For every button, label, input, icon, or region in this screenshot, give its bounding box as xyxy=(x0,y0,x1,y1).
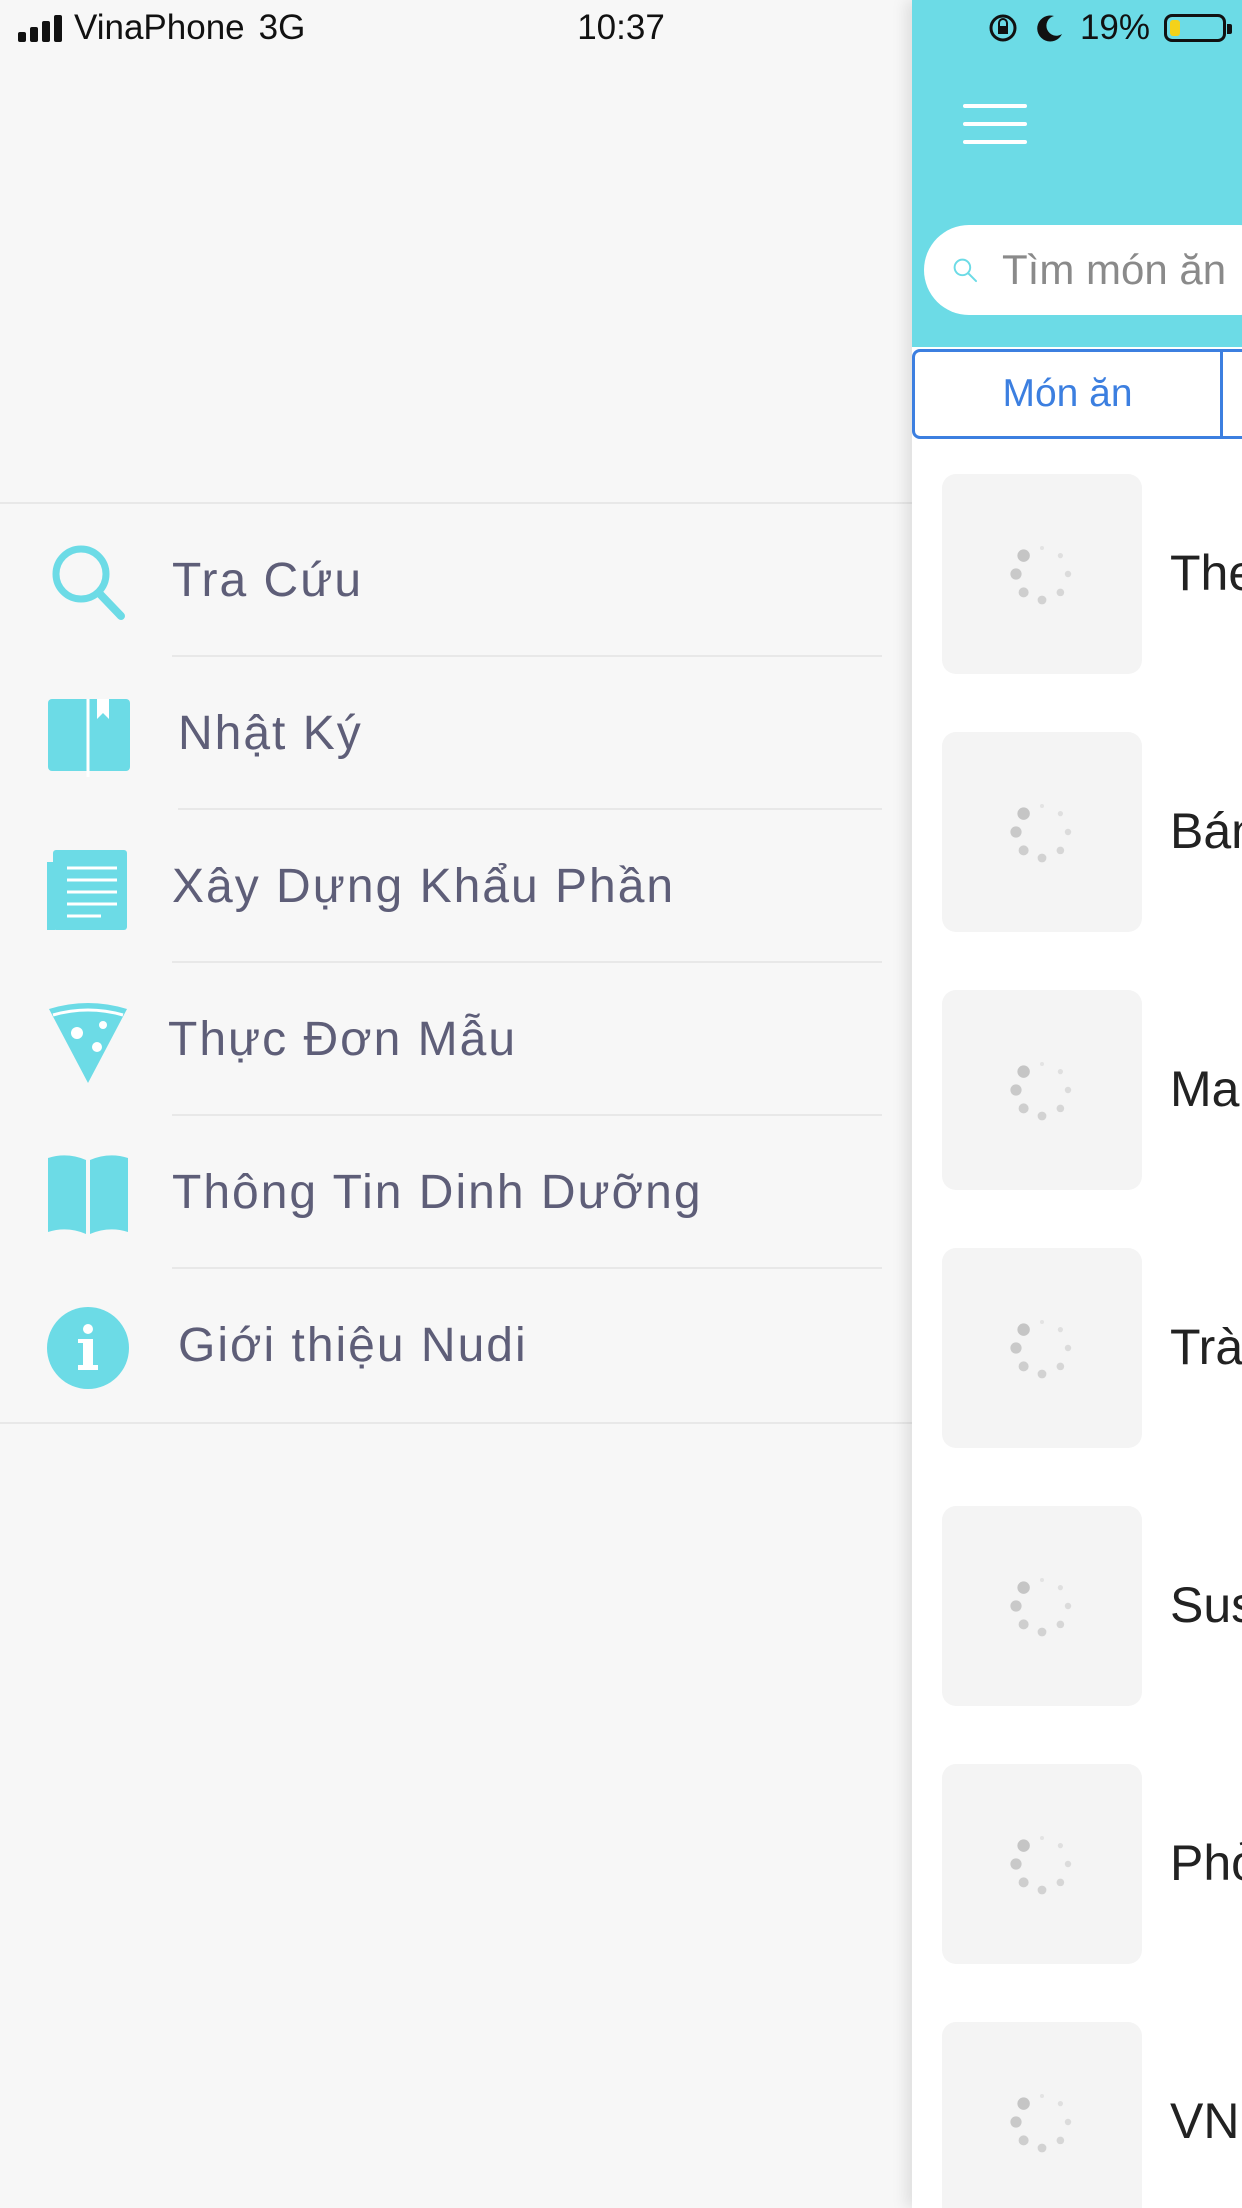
search-icon xyxy=(953,258,978,283)
main-panel[interactable]: Món ăn The Bán Mai Trà Sus Phở V xyxy=(912,0,1242,2208)
menu-item-tra-cuu[interactable]: Tra Cứu xyxy=(0,504,912,657)
diary-book-icon xyxy=(48,699,130,777)
loading-thumbnail xyxy=(942,1248,1142,1448)
list-item[interactable]: Trà xyxy=(942,1248,1242,1448)
food-name: Sus xyxy=(1170,1577,1242,1633)
menu-item-thuc-don-mau[interactable]: Thực Đơn Mẫu xyxy=(0,963,912,1116)
search-input[interactable] xyxy=(1000,245,1242,295)
list-item[interactable]: Mai xyxy=(942,990,1242,1190)
menu-item-label: Thực Đơn Mẫu xyxy=(168,1013,518,1066)
loading-spinner-icon xyxy=(1010,546,1072,605)
menu-item-label: Nhật Ký xyxy=(178,707,363,760)
status-bar-right: 19% xyxy=(986,8,1232,48)
menu-item-nhat-ky[interactable]: Nhật Ký xyxy=(0,657,912,810)
hamburger-icon[interactable] xyxy=(963,104,1027,144)
drawer-menu: Tra Cứu Nhật Ký Xây Dựng Khẩu Phần Thực … xyxy=(0,502,912,1424)
loading-spinner-icon xyxy=(1010,804,1072,863)
document-list-icon xyxy=(47,850,127,930)
list-item[interactable]: VN xyxy=(942,2022,1242,2208)
search-bar[interactable] xyxy=(924,225,1242,315)
menu-item-label: Tra Cứu xyxy=(172,554,364,607)
food-name: VN xyxy=(1170,2093,1240,2149)
pizza-slice-icon xyxy=(49,1003,127,1083)
loading-spinner-icon xyxy=(1010,1062,1072,1121)
open-book-icon xyxy=(48,1155,128,1234)
menu-item-label: Xây Dựng Khẩu Phần xyxy=(172,860,676,913)
menu-item-xay-dung-khau-phan[interactable]: Xây Dựng Khẩu Phần xyxy=(0,810,912,963)
side-drawer: Tra Cứu Nhật Ký Xây Dựng Khẩu Phần Thực … xyxy=(0,0,912,2208)
menu-item-thong-tin-dinh-duong[interactable]: Thông Tin Dinh Dưỡng xyxy=(0,1116,912,1269)
loading-thumbnail xyxy=(942,990,1142,1190)
list-item[interactable]: Sus xyxy=(942,1506,1242,1706)
moon-icon xyxy=(1037,15,1062,42)
search-icon xyxy=(52,545,125,620)
info-icon xyxy=(47,1307,129,1389)
food-name: Phở xyxy=(1170,1835,1242,1891)
loading-spinner-icon xyxy=(1010,1320,1072,1379)
menu-item-label: Giới thiệu Nudi xyxy=(178,1319,528,1372)
loading-thumbnail xyxy=(942,732,1142,932)
list-item[interactable]: Bán xyxy=(942,732,1242,932)
food-name: The xyxy=(1170,545,1242,601)
loading-thumbnail xyxy=(942,1506,1142,1706)
loading-thumbnail xyxy=(942,1764,1142,1964)
list-item[interactable]: Phở xyxy=(942,1764,1242,1964)
food-name: Trà xyxy=(1170,1319,1242,1375)
tab-bar: Món ăn xyxy=(912,347,1242,443)
tab-mon-an[interactable]: Món ăn xyxy=(912,349,1223,439)
battery-icon xyxy=(1164,14,1232,42)
food-name: Bán xyxy=(1170,803,1242,859)
status-bar: VinaPhone 3G 10:37 19% xyxy=(0,0,1242,60)
orientation-lock-icon xyxy=(989,14,1017,42)
loading-thumbnail xyxy=(942,474,1142,674)
loading-spinner-icon xyxy=(1010,1578,1072,1637)
loading-thumbnail xyxy=(942,2022,1142,2208)
battery-percent: 19% xyxy=(1079,8,1150,47)
tab-next[interactable] xyxy=(1223,349,1242,439)
menu-item-label: Thông Tin Dinh Dưỡng xyxy=(172,1166,703,1219)
loading-spinner-icon xyxy=(1010,1836,1072,1895)
list-item[interactable]: The xyxy=(942,474,1242,674)
loading-spinner-icon xyxy=(1010,2094,1072,2153)
food-name: Mai xyxy=(1170,1061,1242,1117)
menu-item-gioi-thieu-nudi[interactable]: Giới thiệu Nudi xyxy=(0,1269,912,1422)
